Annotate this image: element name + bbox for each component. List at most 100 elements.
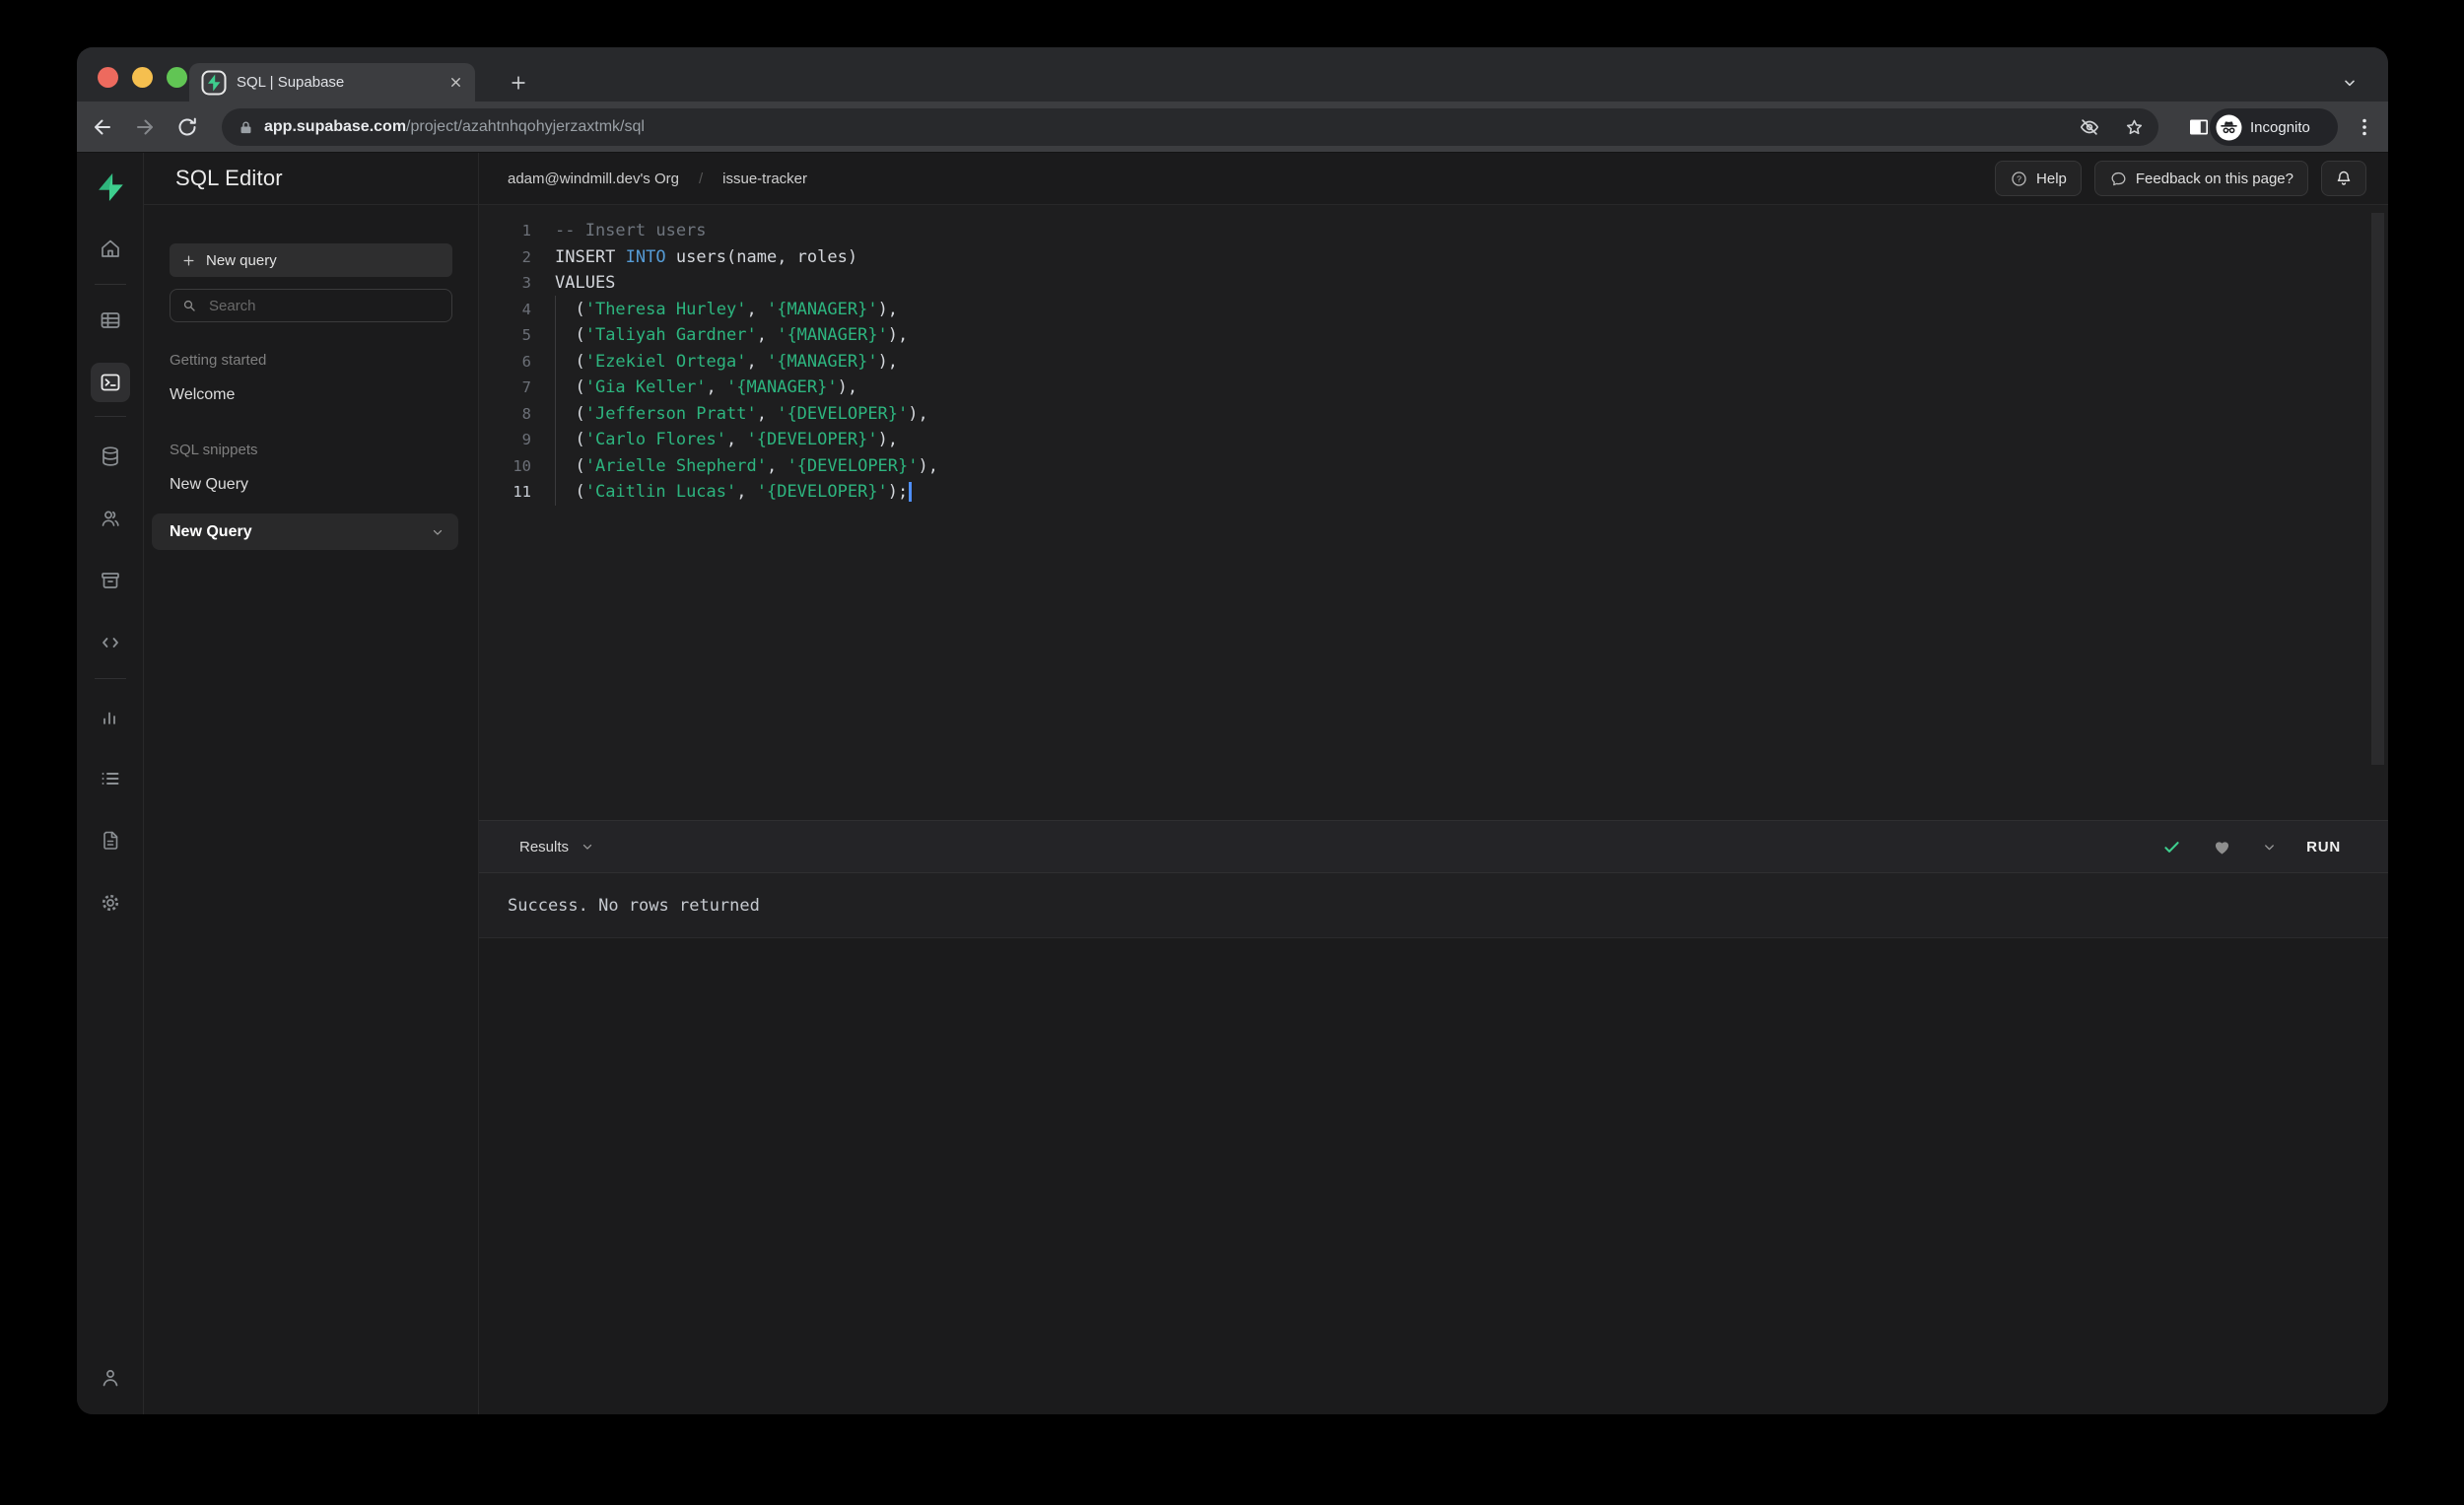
settings-gear-icon[interactable] (91, 883, 130, 923)
back-icon[interactable] (91, 115, 114, 139)
code-text: INSERT INTO users(name, roles) (555, 246, 858, 267)
favorite-heart-icon[interactable] (2212, 837, 2232, 857)
storage-icon[interactable] (91, 561, 130, 600)
results-message-row: Success. No rows returned (479, 873, 2388, 938)
zoom-window-button[interactable] (167, 67, 187, 88)
eye-off-icon[interactable] (2079, 116, 2100, 138)
line-number: 7 (521, 378, 531, 396)
help-button[interactable]: ? Help (1995, 161, 2082, 196)
help-circle-icon: ? (2010, 170, 2028, 188)
sql-editor-icon[interactable] (91, 363, 130, 402)
address-bar[interactable]: app.supabase.com/project/azahtnhqohyjerz… (222, 108, 2158, 146)
snippet-item-label: Welcome (170, 386, 236, 403)
results-dropdown[interactable]: Results (519, 839, 2161, 855)
code-line[interactable]: 7 ('Gia Keller', '{MANAGER}'), (479, 375, 2388, 401)
run-options-chevron-icon[interactable] (2262, 840, 2277, 855)
main-header: adam@windmill.dev's Org / issue-tracker … (479, 153, 2388, 205)
run-button[interactable]: RUN (2306, 839, 2341, 855)
browser-tab[interactable]: SQL | Supabase (189, 63, 475, 102)
browser-menu-icon[interactable] (2353, 115, 2376, 139)
new-query-button-label: New query (206, 251, 277, 269)
code-line[interactable]: 4 ('Theresa Hurley', '{MANAGER}'), (479, 297, 2388, 323)
incognito-badge: Incognito (2210, 108, 2338, 146)
account-icon[interactable] (91, 1358, 130, 1398)
new-query-button[interactable]: New query (170, 243, 452, 277)
new-tab-button[interactable] (499, 63, 537, 102)
line-number: 6 (521, 352, 531, 371)
database-icon[interactable] (91, 437, 130, 476)
feedback-button[interactable]: Feedback on this page? (2093, 161, 2308, 196)
tab-search-chevron-icon[interactable] (2330, 63, 2368, 102)
close-window-button[interactable] (98, 67, 118, 88)
minimize-window-button[interactable] (132, 67, 153, 88)
chevron-down-icon[interactable] (431, 525, 445, 539)
results-empty-area (479, 938, 2388, 1414)
reload-icon[interactable] (175, 115, 199, 139)
supabase-logo-icon[interactable] (91, 168, 130, 207)
edge-functions-icon[interactable] (91, 623, 130, 662)
check-icon[interactable] (2161, 837, 2182, 857)
code-text: ('Jefferson Pratt', '{DEVELOPER}'), (555, 403, 928, 424)
search-box[interactable] (170, 289, 452, 322)
side-panel-icon[interactable] (2187, 115, 2211, 139)
url-text: app.supabase.com/project/azahtnhqohyjerz… (264, 118, 645, 136)
snippet-item[interactable]: New Query (152, 513, 458, 550)
table-editor-icon[interactable] (91, 301, 130, 340)
results-label: Results (519, 838, 570, 855)
tab-close-icon[interactable] (448, 75, 463, 90)
supabase-favicon-icon (201, 70, 227, 96)
editor-scrollbar[interactable] (2371, 213, 2384, 765)
code-line[interactable]: 1 -- Insert users (479, 218, 2388, 244)
snippet-item[interactable]: New Query (144, 468, 478, 502)
logs-icon[interactable] (91, 759, 130, 798)
api-docs-icon[interactable] (91, 821, 130, 860)
url-host: app.supabase.com (264, 118, 407, 135)
breadcrumb-project[interactable]: issue-tracker (722, 171, 807, 187)
text-cursor (909, 482, 912, 502)
code-line[interactable]: 6 ('Ezekiel Ortega', '{MANAGER}'), (479, 349, 2388, 376)
sql-code-editor[interactable]: 1 -- Insert users 2 INSERT INTO users(name,… (479, 205, 2388, 820)
indent-guide (555, 296, 556, 506)
supabase-app: SQL Editor adam@windmill.dev's Org / iss… (77, 153, 2388, 1414)
code-line[interactable]: 8 ('Jefferson Pratt', '{DEVELOPER}'), (479, 401, 2388, 428)
browser-window: SQL | Supabase app.supabase.com/project/… (77, 47, 2388, 1414)
snippet-item[interactable]: Welcome (144, 378, 478, 412)
line-number: 3 (521, 274, 531, 292)
breadcrumb-org[interactable]: adam@windmill.dev's Org (508, 171, 679, 187)
incognito-label: Incognito (2250, 118, 2310, 136)
breadcrumb-separator: / (698, 170, 704, 187)
code-text: -- Insert users (555, 221, 707, 240)
bookmark-star-icon[interactable] (2124, 117, 2145, 138)
queries-panel: New query Getting started Welcome SQL snip… (144, 205, 479, 1414)
code-line[interactable]: 10 ('Arielle Shepherd', '{DEVELOPER}'), (479, 453, 2388, 480)
code-text: ('Caitlin Lucas', '{DEVELOPER}'); (555, 479, 912, 506)
code-line[interactable]: 11 ('Caitlin Lucas', '{DEVELOPER}'); (479, 479, 2388, 506)
incognito-icon (2216, 114, 2242, 141)
section-label: SQL snippets (170, 442, 258, 458)
line-number: 11 (513, 483, 531, 501)
home-icon[interactable] (91, 229, 130, 268)
line-number: 1 (521, 222, 531, 239)
notifications-button[interactable] (2321, 161, 2366, 196)
code-line[interactable]: 2 INSERT INTO users(name, roles) (479, 244, 2388, 271)
results-bar: Results RUN (479, 820, 2388, 873)
reports-icon[interactable] (91, 697, 130, 736)
snippet-item-label: New Query (170, 476, 249, 493)
search-icon (181, 298, 197, 313)
section-label: Getting started (170, 352, 267, 369)
lock-icon (238, 119, 254, 136)
breadcrumb: adam@windmill.dev's Org / issue-tracker (508, 171, 1995, 187)
code-line[interactable]: 3 VALUES (479, 270, 2388, 297)
code-text: ('Carlo Flores', '{DEVELOPER}'), (555, 430, 899, 449)
page-title: SQL Editor (175, 166, 283, 190)
forward-icon[interactable] (133, 115, 157, 139)
authentication-icon[interactable] (91, 499, 130, 538)
help-label: Help (2036, 170, 2067, 187)
code-text: ('Arielle Shepherd', '{DEVELOPER}'), (555, 455, 938, 476)
snippet-item-label: New Query (170, 522, 252, 540)
code-line[interactable]: 9 ('Carlo Flores', '{DEVELOPER}'), (479, 427, 2388, 453)
bell-icon (2334, 169, 2354, 188)
search-input[interactable] (207, 296, 408, 315)
url-path: /project/azahtnhqohyjerzaxtmk/sql (406, 118, 645, 135)
code-line[interactable]: 5 ('Taliyah Gardner', '{MANAGER}'), (479, 322, 2388, 349)
